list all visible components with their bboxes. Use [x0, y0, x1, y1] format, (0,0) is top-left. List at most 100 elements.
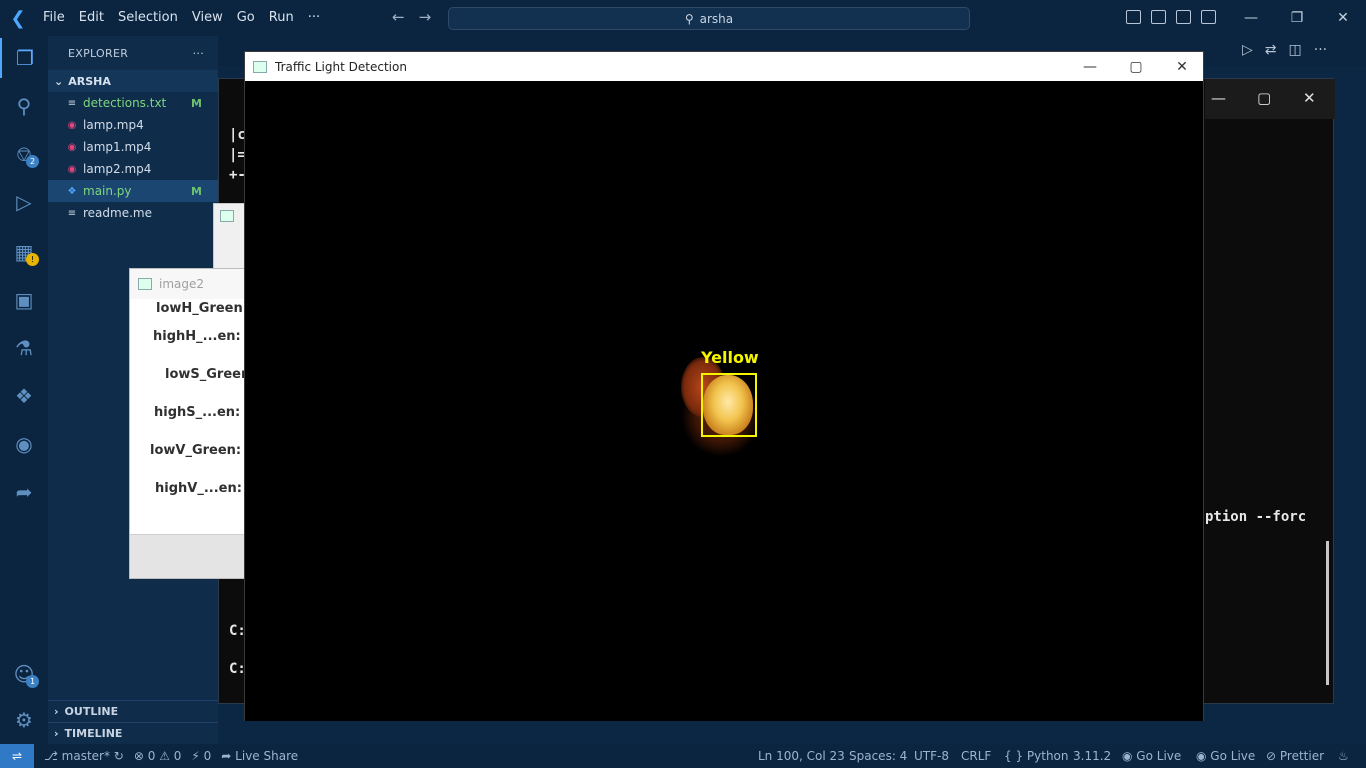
accounts-icon[interactable]: ☺ 1 — [0, 654, 48, 694]
detection-window-titlebar[interactable]: Traffic Light Detection — ▢ ✕ — [245, 52, 1203, 81]
close-button[interactable]: ✕ — [1320, 0, 1366, 36]
detection-minimize-icon[interactable]: — — [1067, 52, 1113, 81]
explorer-icon[interactable]: ❐ — [0, 38, 48, 78]
explorer-more-icon[interactable]: ··· — [193, 47, 204, 60]
explorer-title: EXPLORER — [68, 46, 129, 60]
live-share-status[interactable]: ➦ Live Share — [221, 749, 298, 763]
search-text: arsha — [699, 11, 734, 26]
traffic-light-detection-window: Traffic Light Detection — ▢ ✕ Yellow — [244, 51, 1204, 721]
github-icon[interactable]: ◉ — [0, 424, 48, 464]
live-share-icon[interactable]: ➦ — [0, 472, 48, 512]
accounts-badge: 1 — [26, 675, 39, 688]
file-name: main.py — [83, 184, 132, 198]
trackbar-label: highS_...en: 2 — [154, 404, 245, 420]
menu-more[interactable]: ··· — [301, 0, 327, 36]
compare-icon[interactable]: ⇄ — [1265, 42, 1277, 58]
menu-run[interactable]: Run — [262, 0, 301, 36]
outline-section[interactable]: › OUTLINE — [48, 700, 218, 722]
go-live-2[interactable]: ◉ Go Live — [1196, 744, 1255, 768]
testing-icon[interactable]: ⚗ — [0, 328, 48, 368]
section-label: OUTLINE — [64, 705, 119, 718]
toggle-secondary-sidebar-icon[interactable] — [1201, 10, 1216, 24]
customize-layout-icon[interactable] — [1126, 10, 1141, 24]
modified-marker: M — [191, 184, 202, 198]
editor-actions: ▷ ⇄ ◫ ··· — [1242, 42, 1327, 58]
trackbar-window-titlebar[interactable]: image2 — [130, 269, 244, 299]
navigation-arrows: ← → — [392, 8, 431, 26]
prettier-status[interactable]: ⊘ Prettier — [1266, 744, 1324, 768]
live-share-label: Live Share — [235, 749, 299, 763]
trackbar-low-s-green[interactable]: lowS_Green — [130, 355, 244, 393]
file-name: lamp.mp4 — [83, 118, 144, 132]
detection-close-icon[interactable]: ✕ — [1159, 52, 1205, 81]
file-lamp-mp4[interactable]: ◉ lamp.mp4 — [48, 114, 218, 136]
restore-button[interactable]: ❐ — [1274, 0, 1320, 36]
trackbar-label: highV_...en: 2 — [155, 480, 244, 496]
ports-status[interactable]: ⚡ 0 — [191, 749, 211, 763]
more-actions-icon[interactable]: ··· — [1314, 42, 1327, 58]
cursor-position[interactable]: Ln 100, Col 23 — [758, 744, 845, 768]
file-readme-me[interactable]: ≡ readme.me — [48, 202, 218, 224]
file-detections-txt[interactable]: ≡ detections.txt M — [48, 92, 218, 114]
search-view-icon[interactable]: ⚲ — [0, 86, 48, 126]
encoding[interactable]: UTF-8 — [914, 744, 949, 768]
terminal-maximize-icon[interactable]: ▢ — [1257, 89, 1271, 107]
terminal-scrollbar[interactable] — [1326, 541, 1329, 685]
branch-status[interactable]: ⎇ master* ↻ — [44, 749, 124, 763]
indentation[interactable]: Spaces: 4 — [849, 744, 907, 768]
trackbar-label: lowV_Green: 1 — [150, 442, 245, 458]
command-center-search[interactable]: ⚲ arsha — [448, 7, 970, 30]
go-live-1[interactable]: ◉ Go Live — [1122, 744, 1181, 768]
detection-maximize-icon[interactable]: ▢ — [1113, 52, 1159, 81]
trackbar-label: lowH_Green: — [156, 300, 245, 316]
detection-label: Yellow — [701, 348, 759, 367]
source-control-icon[interactable]: ⎊ 2 — [0, 134, 48, 174]
settings-gear-icon[interactable]: ⚙ — [0, 700, 48, 740]
trackbar-window: image2 lowH_Green: highH_...en: 1 lowS_G… — [129, 268, 245, 579]
extensions-icon[interactable]: ▦! — [0, 232, 48, 272]
remote-indicator-icon[interactable]: ⇌ — [0, 744, 34, 768]
folder-arsha[interactable]: ⌄ ARSHA — [48, 70, 218, 92]
forward-arrow-icon[interactable]: → — [419, 8, 432, 26]
trackbar-high-h-green[interactable]: highH_...en: 1 — [130, 317, 244, 355]
language-mode[interactable]: { } Python — [1004, 744, 1069, 768]
terminal-close-icon[interactable]: ✕ — [1303, 89, 1316, 107]
file-name: detections.txt — [83, 96, 167, 110]
chevron-down-icon: ⌄ — [54, 74, 64, 88]
trackbar-window-footer — [130, 534, 244, 578]
detection-bounding-box — [701, 373, 757, 437]
toggle-panel-icon[interactable] — [1176, 10, 1191, 24]
menu-go[interactable]: Go — [230, 0, 262, 36]
menu-edit[interactable]: Edit — [72, 0, 111, 36]
split-editor-icon[interactable]: ◫ — [1289, 42, 1302, 58]
trackbar-low-v-green[interactable]: lowV_Green: 1 — [130, 431, 244, 469]
file-name: readme.me — [83, 206, 152, 220]
menu-file[interactable]: File — [36, 0, 72, 36]
video-file-icon: ◉ — [67, 141, 77, 153]
problems-status[interactable]: ⊗ 0 ⚠ 0 — [134, 749, 182, 763]
terminal-titlebar: — ▢ ✕ — [1205, 79, 1335, 119]
file-lamp2-mp4[interactable]: ◉ lamp2.mp4 — [48, 158, 218, 180]
minimize-button[interactable]: — — [1228, 0, 1274, 36]
file-main-py[interactable]: ❖ main.py M — [48, 180, 218, 202]
line-endings[interactable]: CRLF — [961, 744, 991, 768]
menu-selection[interactable]: Selection — [111, 0, 185, 36]
trackbar-high-s-green[interactable]: highS_...en: 2 — [130, 393, 244, 431]
remote-explorer-icon[interactable]: ▣ — [0, 280, 48, 320]
terminal-minimize-icon[interactable]: — — [1211, 89, 1226, 107]
run-debug-icon[interactable]: ▷ — [0, 182, 48, 222]
file-lamp1-mp4[interactable]: ◉ lamp1.mp4 — [48, 136, 218, 158]
notifications-bell-icon[interactable]: ♨ — [1338, 744, 1349, 768]
back-arrow-icon[interactable]: ← — [392, 8, 405, 26]
run-python-icon[interactable]: ▷ — [1242, 42, 1253, 58]
trackbar-low-h-green[interactable]: lowH_Green: — [130, 299, 244, 317]
folder-name: ARSHA — [68, 74, 111, 88]
menu-view[interactable]: View — [185, 0, 230, 36]
go-live-label: Go Live — [1210, 749, 1256, 763]
timeline-section[interactable]: › TIMELINE — [48, 722, 218, 744]
toggle-sidebar-icon[interactable] — [1151, 10, 1166, 24]
python-icon[interactable]: ❖ — [0, 376, 48, 416]
source-control-badge: 2 — [26, 155, 39, 168]
trackbar-high-v-green[interactable]: highV_...en: 2 — [130, 469, 244, 507]
python-version[interactable]: 3.11.2 — [1073, 744, 1111, 768]
